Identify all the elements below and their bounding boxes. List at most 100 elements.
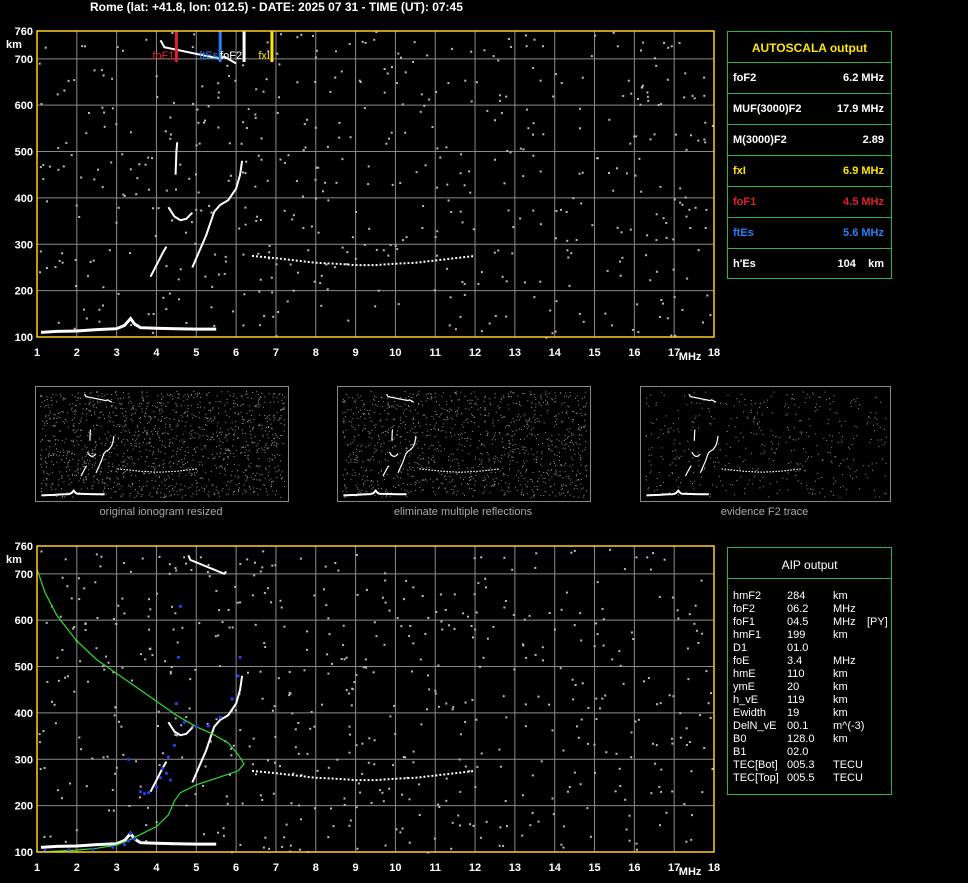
thumbnail-dot [699,484,701,486]
noise-dot [61,649,64,651]
thumbnail-dot [796,463,798,465]
thumbnail-dot [732,484,734,486]
noise-dot [49,835,52,838]
thumbnail-dot [569,494,571,496]
thumbnail-dot [822,459,824,461]
noise-dot [396,248,399,251]
thumbnail-dot [370,458,372,460]
thumbnail-noise [40,391,285,498]
thumbnail-dot [518,401,520,403]
thumbnail-dot [232,429,234,431]
x-tick-label: 4 [153,862,160,874]
noise-dot [374,305,377,308]
noise-dot [519,217,522,220]
thumbnail-dot [344,400,346,402]
thumbnail-dot [381,426,383,427]
thumbnail-dot [839,421,841,422]
thumbnail-dot [722,485,724,487]
noise-dot [503,556,506,559]
thumbnail-dot [556,446,558,448]
thumbnail-dot [529,433,531,435]
thumbnail-dot [463,426,465,428]
noise-dot [637,98,639,100]
noise-dot [420,93,423,96]
thumbnail-dot [64,398,66,400]
thumbnail-dot [467,400,469,401]
thumbnail-dot [149,438,151,440]
noise-dot [494,315,497,318]
noise-dot [57,147,60,150]
noise-dot [689,227,692,229]
noise-dot [551,332,554,335]
thumbnail-dot [648,460,650,462]
thumbnail-dot [553,401,555,403]
thumbnail-dot [277,470,279,472]
noise-dot [639,103,642,106]
thumbnail-dot [569,428,571,430]
thumbnail-dot [60,488,62,489]
thumbnail-dot [776,448,778,450]
thumbnail-dot [67,466,69,467]
noise-dot [601,607,604,610]
noise-dot [201,85,204,88]
thumbnail-dot [457,434,459,436]
thumbnail-dot [444,487,446,489]
noise-dot [695,629,698,632]
thumbnail-dot [44,435,46,437]
thumbnail-dot [176,406,178,407]
noise-dot [532,133,534,136]
thumbnail-dot [405,397,407,399]
thumbnail-dot [151,431,153,433]
thumbnail-dot [45,478,47,480]
thumbnail-dot [180,414,182,416]
thumbnail-dot [525,419,527,421]
thumbnail-dot [533,494,535,496]
thumbnail-dot [658,471,660,473]
noise-dot [457,814,460,817]
thumbnail-dot [484,397,486,399]
noise-dot [365,588,368,591]
thumbnail-dot [275,442,277,444]
marker-label-fof1: foF1 [152,50,174,62]
noise-dot [412,750,415,753]
thumbnail-dot [113,482,115,484]
thumbnail-dot [462,493,464,495]
thumbnail-dot [380,469,382,471]
thumbnail-dot [48,440,50,442]
thumbnail-dot [527,400,529,402]
thumbnail-dot [453,489,455,491]
thumbnail-dot [345,394,347,395]
y-tick-label: 300 [15,239,33,251]
thumbnail-dot [464,494,466,496]
thumbnail-dot [826,399,827,401]
noise-dot [228,142,231,145]
thumbnail-dot [409,440,411,442]
thumbnail-dot [227,429,229,431]
thumbnail-dot [520,494,522,495]
thumbnail-dot [50,455,52,456]
noise-dot [408,634,411,637]
thumbnail-dot [84,455,86,457]
aip-name: foE [733,655,750,667]
aip-row-yme: ymE 20 km [733,681,888,694]
thumbnail-dot [571,442,573,444]
thumbnail-dot [250,488,252,490]
thumbnail-dot [759,402,761,404]
thumbnail-dot [480,452,482,454]
thumbnail-dot [752,468,754,470]
thumbnail-dot [812,392,814,394]
thumbnail-dot [564,471,566,473]
thumbnail-dot [362,430,364,432]
thumbnail-dot [577,470,579,472]
thumbnail-dot [554,446,556,448]
noise-dot [121,666,124,669]
noise-dot [147,156,150,159]
thumbnail-dot [59,394,61,395]
noise-dot [434,689,437,692]
noise-dot [287,154,290,157]
thumbnail-dot [545,399,547,401]
thumbnail-dot [210,439,211,441]
noise-dot [630,631,633,634]
thumbnail-dot [756,470,758,471]
thumbnail-dot [93,481,95,483]
